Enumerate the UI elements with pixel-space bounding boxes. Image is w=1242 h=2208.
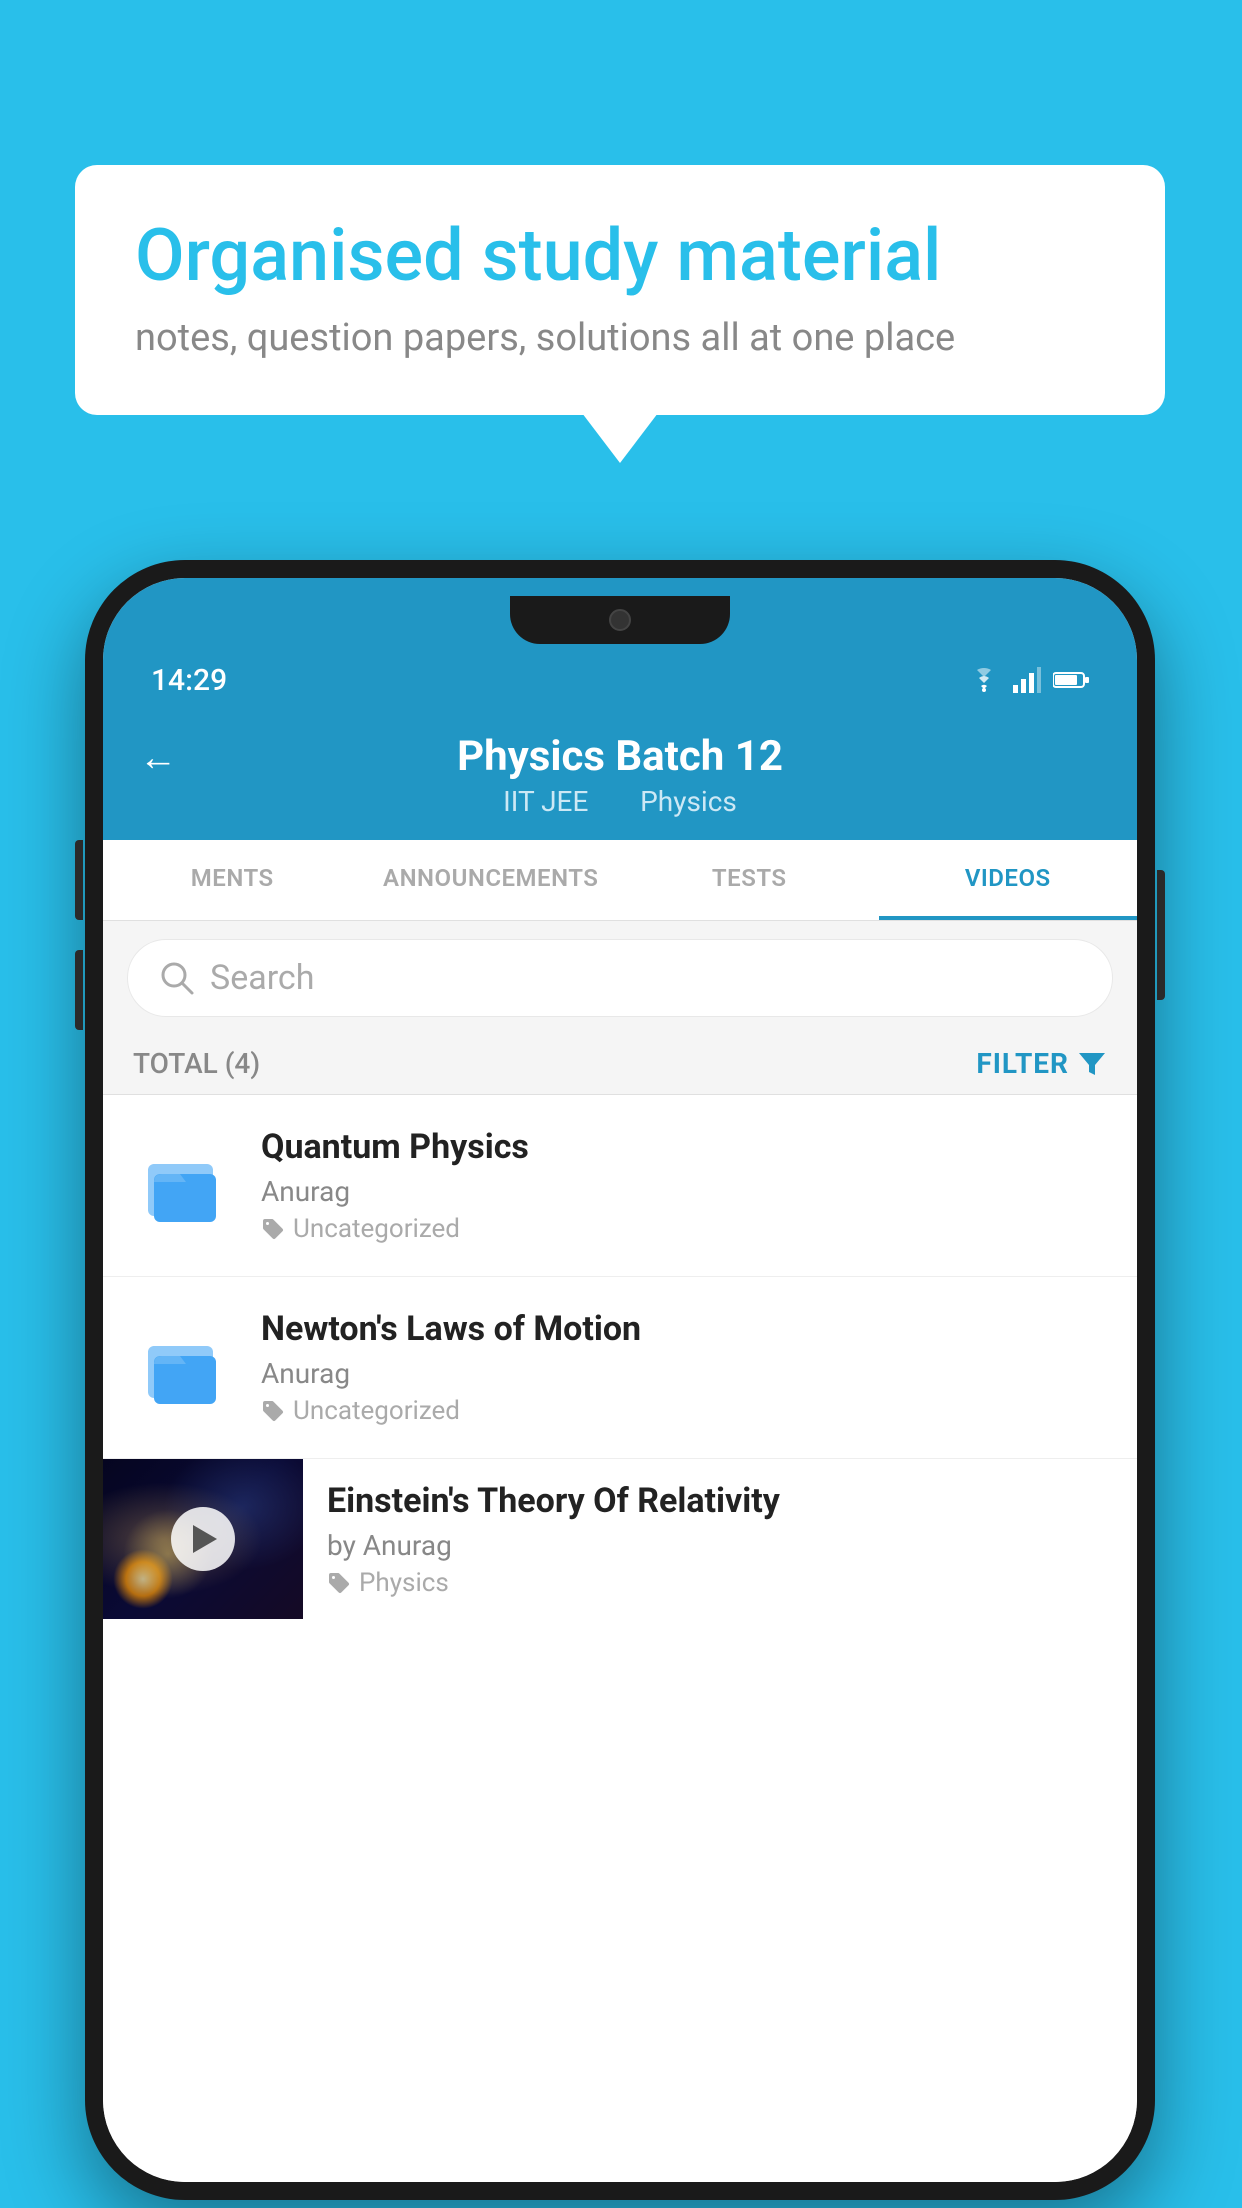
phone-wrapper: 14:29 [85, 560, 1155, 2200]
video-tag: Uncategorized [261, 1214, 1113, 1244]
header-subtitle1: IIT JEE [503, 785, 588, 818]
folder-icon-container [127, 1136, 237, 1236]
video-tag: Uncategorized [261, 1396, 1113, 1426]
video-thumbnail [103, 1459, 303, 1619]
tag-icon [261, 1217, 285, 1241]
video-title: Newton's Laws of Motion [261, 1309, 1113, 1349]
play-button[interactable] [171, 1507, 235, 1571]
tag-text: Physics [359, 1568, 449, 1598]
header-title: Physics Batch 12 [457, 732, 783, 781]
video-title: Quantum Physics [261, 1127, 1113, 1167]
status-time: 14:29 [151, 663, 227, 698]
list-item[interactable]: Newton's Laws of Motion Anurag Uncategor… [103, 1277, 1137, 1459]
play-triangle-icon [193, 1525, 217, 1553]
filter-label: FILTER [976, 1047, 1069, 1080]
video-list: Quantum Physics Anurag Uncategorized [103, 1095, 1137, 2182]
bubble-subtext: notes, question papers, solutions all at… [135, 316, 1105, 360]
search-container: Search [103, 921, 1137, 1035]
bubble-heading: Organised study material [135, 215, 1105, 298]
phone-outer: 14:29 [85, 560, 1155, 2200]
battery-icon [1053, 670, 1089, 690]
list-item[interactable]: Einstein's Theory Of Relativity by Anura… [103, 1459, 1137, 1619]
search-bar[interactable]: Search [127, 939, 1113, 1017]
folder-icon [140, 1328, 225, 1408]
signal-icon [1013, 667, 1041, 693]
side-button-power [1157, 870, 1165, 1000]
tag-icon [327, 1571, 351, 1595]
filter-bar: TOTAL (4) FILTER [103, 1035, 1137, 1095]
video-author: Anurag [261, 1175, 1113, 1208]
search-placeholder: Search [210, 958, 314, 998]
tab-ments[interactable]: MENTS [103, 840, 362, 920]
tag-icon [261, 1399, 285, 1423]
video-tag: Physics [327, 1568, 1121, 1598]
total-label: TOTAL (4) [133, 1047, 260, 1080]
side-button-vol-down [75, 950, 83, 1030]
tag-text: Uncategorized [293, 1214, 460, 1244]
tabs-bar: MENTS ANNOUNCEMENTS TESTS VIDEOS [103, 840, 1137, 921]
video-author: by Anurag [327, 1529, 1121, 1562]
tab-tests[interactable]: TESTS [620, 840, 879, 920]
video-info: Quantum Physics Anurag Uncategorized [261, 1127, 1113, 1244]
list-item[interactable]: Quantum Physics Anurag Uncategorized [103, 1095, 1137, 1277]
status-icons [967, 667, 1089, 693]
tab-announcements[interactable]: ANNOUNCEMENTS [362, 840, 621, 920]
camera [609, 609, 631, 631]
search-icon [158, 959, 196, 997]
tab-videos[interactable]: VIDEOS [879, 840, 1138, 920]
header-subtitle: IIT JEE Physics [491, 785, 749, 818]
status-bar: 14:29 [103, 646, 1137, 714]
filter-button[interactable]: FILTER [976, 1047, 1107, 1080]
folder-icon-container [127, 1318, 237, 1418]
folder-icon [140, 1146, 225, 1226]
side-button-vol-up [75, 840, 83, 920]
video-info: Einstein's Theory Of Relativity by Anura… [327, 1461, 1137, 1618]
tag-text: Uncategorized [293, 1396, 460, 1426]
filter-funnel-icon [1077, 1049, 1107, 1079]
video-title: Einstein's Theory Of Relativity [327, 1481, 1121, 1521]
back-button[interactable]: ← [139, 736, 177, 780]
wifi-icon [967, 667, 1001, 693]
phone-screen: 14:29 [103, 578, 1137, 2182]
video-info: Newton's Laws of Motion Anurag Uncategor… [261, 1309, 1113, 1426]
phone-notch [510, 596, 730, 644]
header-subtitle2: Physics [640, 785, 737, 818]
video-author: Anurag [261, 1357, 1113, 1390]
speech-bubble: Organised study material notes, question… [75, 165, 1165, 415]
app-header: ← Physics Batch 12 IIT JEE Physics [103, 714, 1137, 840]
